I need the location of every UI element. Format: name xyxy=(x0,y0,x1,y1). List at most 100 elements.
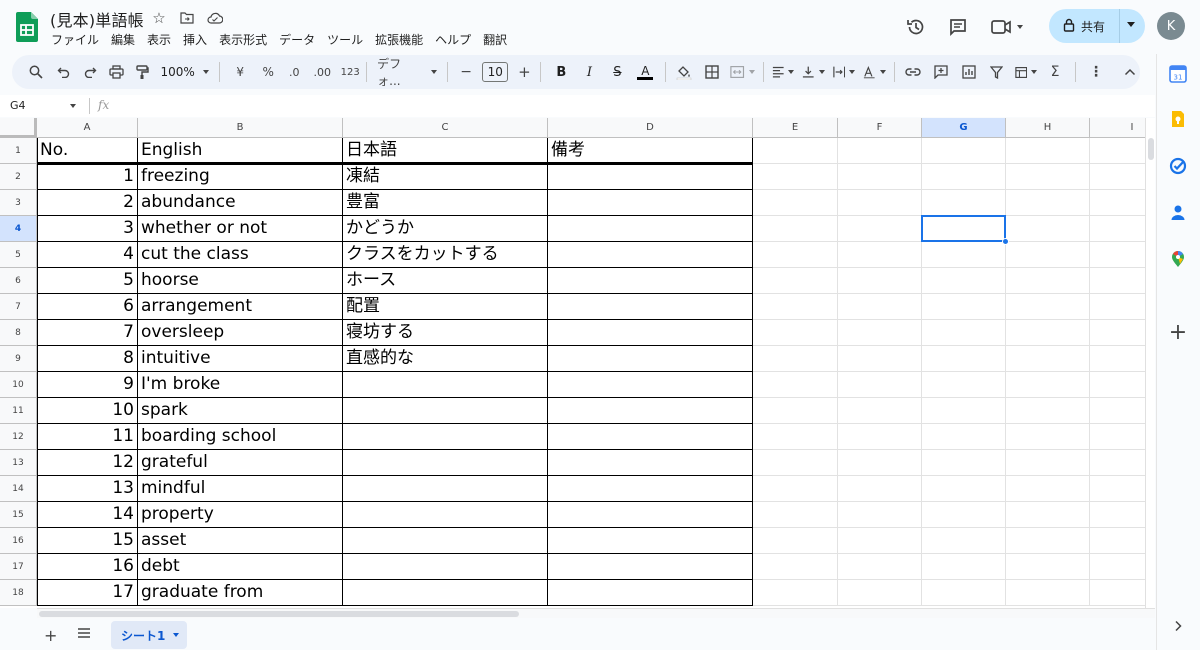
menu-translate[interactable]: 翻訳 xyxy=(477,31,513,48)
english-cell[interactable]: arrangement xyxy=(138,294,343,320)
menu-format[interactable]: 表示形式 xyxy=(213,31,273,48)
no-cell[interactable]: 11 xyxy=(37,424,138,450)
no-cell[interactable]: 4 xyxy=(37,242,138,268)
tasks-icon[interactable] xyxy=(1168,156,1188,176)
japanese-cell[interactable] xyxy=(343,450,548,476)
cell-h1[interactable] xyxy=(1006,138,1090,164)
cell-g3[interactable] xyxy=(922,190,1006,216)
cell-f5[interactable] xyxy=(838,242,922,268)
cell-f3[interactable] xyxy=(838,190,922,216)
column-header-a[interactable]: A xyxy=(37,118,138,138)
japanese-cell[interactable]: 直感的な xyxy=(343,346,548,372)
row-header-18[interactable]: 18 xyxy=(0,580,37,606)
japanese-cell[interactable] xyxy=(343,554,548,580)
undo-icon[interactable] xyxy=(54,60,74,84)
increase-decimal-button[interactable]: .00 xyxy=(312,60,332,84)
redo-icon[interactable] xyxy=(80,60,100,84)
japanese-cell[interactable]: 配置 xyxy=(343,294,548,320)
star-icon[interactable]: ☆ xyxy=(150,9,168,27)
english-cell[interactable]: abundance xyxy=(138,190,343,216)
comments-icon[interactable] xyxy=(946,15,970,39)
cell-e8[interactable] xyxy=(753,320,838,346)
vertical-scrollbar[interactable] xyxy=(1145,118,1155,608)
selected-cell-outline[interactable] xyxy=(921,215,1006,242)
cell-h6[interactable] xyxy=(1006,268,1090,294)
notes-cell[interactable] xyxy=(548,580,753,606)
insert-comment-icon[interactable] xyxy=(931,60,951,84)
cell-e1[interactable] xyxy=(753,138,838,164)
cell-h9[interactable] xyxy=(1006,346,1090,372)
cell-h10[interactable] xyxy=(1006,372,1090,398)
cell-h3[interactable] xyxy=(1006,190,1090,216)
share-button[interactable]: 共有 xyxy=(1049,9,1145,43)
no-cell[interactable]: 5 xyxy=(37,268,138,294)
japanese-cell[interactable] xyxy=(343,398,548,424)
cell-h7[interactable] xyxy=(1006,294,1090,320)
english-cell[interactable]: intuitive xyxy=(138,346,343,372)
cell-f13[interactable] xyxy=(838,450,922,476)
cell-g13[interactable] xyxy=(922,450,1006,476)
cell-e15[interactable] xyxy=(753,502,838,528)
cell-f2[interactable] xyxy=(838,164,922,190)
italic-icon[interactable]: I xyxy=(579,60,599,84)
menu-insert[interactable]: 挿入 xyxy=(177,31,213,48)
cell-h14[interactable] xyxy=(1006,476,1090,502)
cell-i7[interactable] xyxy=(1090,294,1145,320)
cloud-status-icon[interactable] xyxy=(206,9,224,27)
english-cell[interactable]: boarding school xyxy=(138,424,343,450)
decrease-font-size-button[interactable]: − xyxy=(456,60,476,84)
cell-e3[interactable] xyxy=(753,190,838,216)
bold-icon[interactable]: B xyxy=(551,60,571,84)
column-header-d[interactable]: D xyxy=(548,118,753,138)
column-header-c[interactable]: C xyxy=(343,118,548,138)
paint-format-icon[interactable] xyxy=(132,60,152,84)
row-header-10[interactable]: 10 xyxy=(0,372,37,398)
cell-f11[interactable] xyxy=(838,398,922,424)
cell-f7[interactable] xyxy=(838,294,922,320)
english-cell[interactable]: debt xyxy=(138,554,343,580)
cell-e6[interactable] xyxy=(753,268,838,294)
cell-g15[interactable] xyxy=(922,502,1006,528)
japanese-cell[interactable] xyxy=(343,502,548,528)
borders-icon[interactable] xyxy=(702,60,722,84)
cell-e16[interactable] xyxy=(753,528,838,554)
notes-cell[interactable] xyxy=(548,164,753,190)
print-icon[interactable] xyxy=(106,60,126,84)
cell-f18[interactable] xyxy=(838,580,922,606)
functions-icon[interactable]: Σ xyxy=(1045,60,1065,84)
cell-i13[interactable] xyxy=(1090,450,1145,476)
maps-icon[interactable] xyxy=(1168,249,1188,269)
cell-e4[interactable] xyxy=(753,216,838,242)
row-header-5[interactable]: 5 xyxy=(0,242,37,268)
notes-cell[interactable] xyxy=(548,216,753,242)
cell-f12[interactable] xyxy=(838,424,922,450)
cell-h4[interactable] xyxy=(1006,216,1090,242)
cell-f10[interactable] xyxy=(838,372,922,398)
cell-e5[interactable] xyxy=(753,242,838,268)
cell-h16[interactable] xyxy=(1006,528,1090,554)
cell-e17[interactable] xyxy=(753,554,838,580)
notes-cell[interactable] xyxy=(548,398,753,424)
sheet-tab[interactable]: シート1 xyxy=(111,621,187,649)
zoom-select[interactable]: 100% xyxy=(160,60,209,84)
notes-cell[interactable] xyxy=(548,190,753,216)
cell-i10[interactable] xyxy=(1090,372,1145,398)
notes-cell[interactable] xyxy=(548,424,753,450)
cell-e13[interactable] xyxy=(753,450,838,476)
insert-link-icon[interactable] xyxy=(903,60,923,84)
cell-f8[interactable] xyxy=(838,320,922,346)
cell-f16[interactable] xyxy=(838,528,922,554)
add-sheet-button[interactable]: + xyxy=(44,626,57,645)
cell-e12[interactable] xyxy=(753,424,838,450)
vertical-scroll-thumb[interactable] xyxy=(1148,138,1154,160)
english-cell[interactable]: asset xyxy=(138,528,343,554)
menu-tools[interactable]: ツール xyxy=(321,31,369,48)
percent-format-button[interactable]: % xyxy=(258,60,278,84)
cell-e7[interactable] xyxy=(753,294,838,320)
cell-h18[interactable] xyxy=(1006,580,1090,606)
insert-chart-icon[interactable] xyxy=(959,60,979,84)
cell-f14[interactable] xyxy=(838,476,922,502)
cell-i12[interactable] xyxy=(1090,424,1145,450)
menu-edit[interactable]: 編集 xyxy=(105,31,141,48)
cell-i8[interactable] xyxy=(1090,320,1145,346)
